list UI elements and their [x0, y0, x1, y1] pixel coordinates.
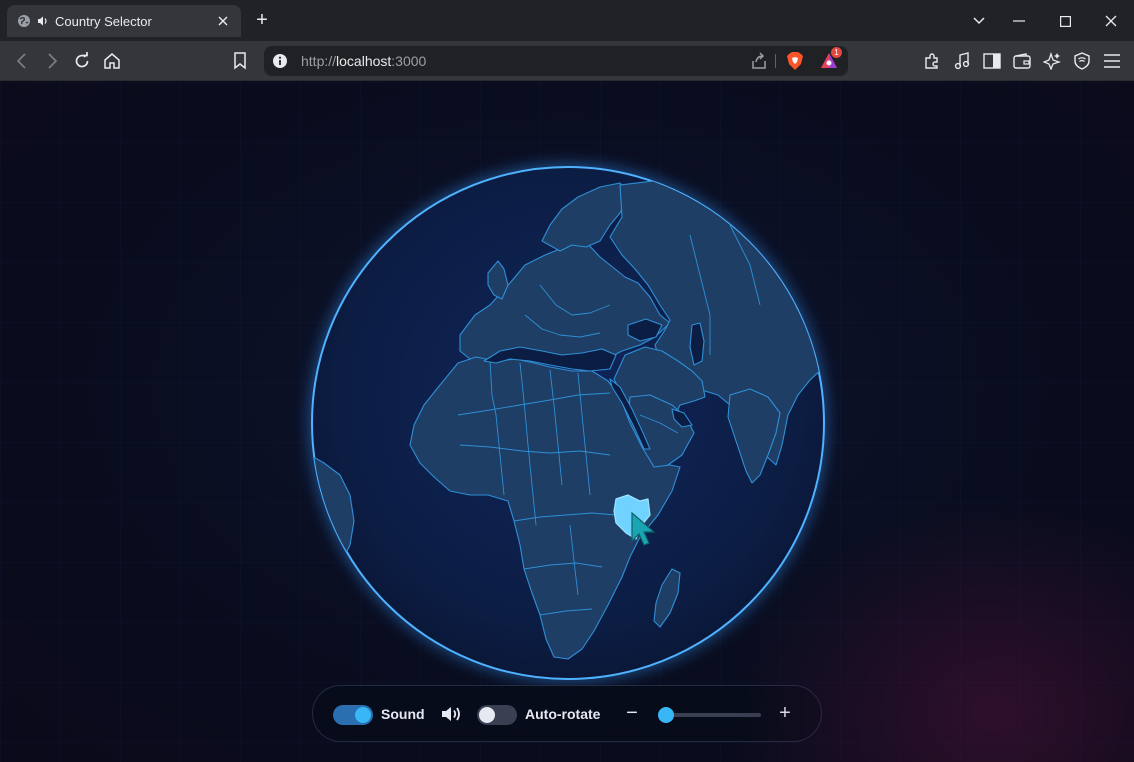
- browser-titlebar: Country Selector +: [0, 0, 1134, 41]
- tab-audio-icon[interactable]: [37, 15, 49, 27]
- new-tab-button[interactable]: +: [250, 10, 274, 32]
- address-bar[interactable]: http://localhost:3000 1: [264, 46, 848, 76]
- site-info-icon[interactable]: [272, 53, 288, 69]
- leo-ai-icon[interactable]: [1040, 49, 1064, 73]
- close-window-button[interactable]: [1098, 8, 1124, 34]
- back-button[interactable]: [10, 49, 34, 73]
- tab-search-chevron-icon[interactable]: [966, 8, 992, 34]
- url-text[interactable]: http://localhost:3000: [301, 53, 426, 69]
- divider: [775, 54, 776, 68]
- maximize-button[interactable]: [1052, 8, 1078, 34]
- bookmark-icon[interactable]: [228, 49, 252, 73]
- wallet-icon[interactable]: [1010, 49, 1034, 73]
- sidebar-toggle-icon[interactable]: [980, 49, 1004, 73]
- extensions-icon[interactable]: [920, 49, 944, 73]
- forward-button[interactable]: [40, 49, 64, 73]
- reload-button[interactable]: [70, 49, 94, 73]
- volume-icon[interactable]: [441, 704, 463, 724]
- vpn-shield-icon[interactable]: [1070, 49, 1094, 73]
- globe[interactable]: [310, 165, 826, 681]
- home-button[interactable]: [100, 49, 124, 73]
- zoom-out-button[interactable]: −: [623, 700, 641, 726]
- tab-close-icon[interactable]: [215, 13, 231, 29]
- brave-rewards-icon[interactable]: 1: [819, 47, 842, 71]
- globe-icon: [18, 15, 30, 27]
- zoom-slider-thumb[interactable]: [658, 707, 674, 723]
- sound-label: Sound: [381, 706, 425, 722]
- sound-toggle-knob: [355, 707, 371, 723]
- sound-toggle[interactable]: [333, 705, 373, 725]
- autorotate-toggle[interactable]: [477, 705, 517, 725]
- autorotate-label: Auto-rotate: [525, 706, 601, 722]
- caspian-sea: [689, 322, 705, 366]
- tab-title: Country Selector: [55, 13, 152, 29]
- rewards-badge: 1: [831, 47, 842, 58]
- autorotate-toggle-knob: [479, 707, 495, 723]
- zoom-in-button[interactable]: +: [776, 700, 794, 726]
- brave-shields-icon[interactable]: [785, 51, 805, 71]
- browser-tab[interactable]: Country Selector: [7, 5, 241, 37]
- menu-icon[interactable]: [1100, 49, 1124, 73]
- zoom-slider[interactable]: [658, 707, 761, 723]
- browser-toolbar: http://localhost:3000 1: [0, 41, 1134, 81]
- share-icon[interactable]: [750, 52, 768, 70]
- media-music-icon[interactable]: [950, 49, 974, 73]
- controls-bar: Sound Auto-rotate − +: [312, 685, 822, 742]
- minimize-button[interactable]: [1006, 8, 1032, 34]
- page-viewport: Sound Auto-rotate − +: [0, 82, 1134, 762]
